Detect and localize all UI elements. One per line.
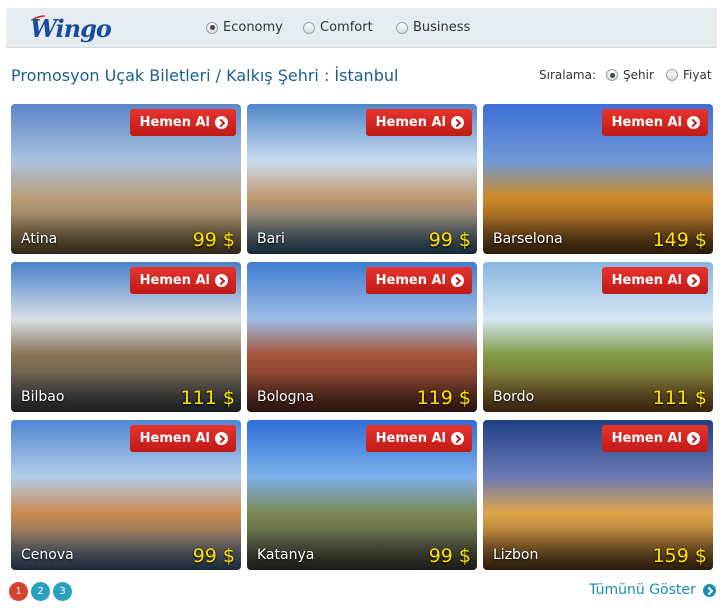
page-button-2[interactable]: 2 (31, 582, 50, 601)
class-business-radio[interactable]: Business (396, 20, 470, 35)
sort-city-radio[interactable]: Şehir (606, 68, 654, 82)
destination-card[interactable]: Hemen Al Barselona 149 $ (483, 104, 713, 254)
page-title: Promosyon Uçak Biletleri / Kalkış Şehri … (11, 66, 399, 85)
destination-grid: Hemen Al Atina 99 $ Hemen Al Bari 99 $ H… (11, 104, 713, 570)
buy-now-label: Hemen Al (375, 115, 446, 130)
radio-icon (606, 69, 618, 81)
radio-icon (303, 21, 315, 34)
city-name: Atina (21, 231, 58, 247)
destination-card[interactable]: Hemen Al Bari 99 $ (247, 104, 477, 254)
buy-now-button[interactable]: Hemen Al (365, 267, 472, 294)
city-name: Cenova (21, 547, 74, 563)
sort-city-label: Şehir (623, 68, 654, 82)
city-name: Bilbao (21, 389, 65, 405)
radio-icon (666, 69, 678, 81)
arrow-right-icon (451, 274, 464, 287)
buy-now-button[interactable]: Hemen Al (365, 109, 472, 136)
class-economy-label: Economy (223, 20, 283, 35)
arrow-right-icon (215, 274, 228, 287)
price: 149 $ (652, 229, 707, 251)
sort-label: Sıralama: (539, 68, 597, 82)
city-name: Katanya (257, 547, 315, 563)
show-all-link[interactable]: Tümünü Göster (589, 582, 716, 598)
city-name: Bordo (493, 389, 535, 405)
buy-now-label: Hemen Al (375, 273, 446, 288)
pagination: 1 2 3 (9, 582, 72, 601)
buy-now-button[interactable]: Hemen Al (129, 267, 236, 294)
arrow-right-icon (451, 432, 464, 445)
arrow-right-icon (215, 116, 228, 129)
class-business-label: Business (413, 20, 471, 35)
class-economy-radio[interactable]: Economy (206, 20, 283, 35)
destination-card[interactable]: Hemen Al Atina 99 $ (11, 104, 241, 254)
page-button-3[interactable]: 3 (53, 582, 72, 601)
arrow-right-icon (451, 116, 464, 129)
buy-now-label: Hemen Al (139, 273, 210, 288)
arrow-right-icon (687, 432, 700, 445)
radio-icon (396, 21, 408, 34)
price: 99 $ (428, 545, 471, 567)
buy-now-label: Hemen Al (375, 431, 446, 446)
city-name: Barselona (493, 231, 563, 247)
city-name: Lizbon (493, 547, 539, 563)
price: 99 $ (192, 229, 235, 251)
show-all-label: Tümünü Göster (589, 582, 696, 598)
buy-now-label: Hemen Al (139, 431, 210, 446)
price: 159 $ (652, 545, 707, 567)
price: 99 $ (428, 229, 471, 251)
destination-card[interactable]: Hemen Al Bilbao 111 $ (11, 262, 241, 412)
destination-card[interactable]: Hemen Al Katanya 99 $ (247, 420, 477, 570)
city-name: Bologna (257, 389, 314, 405)
city-name: Bari (257, 231, 285, 247)
buy-now-button[interactable]: Hemen Al (365, 425, 472, 452)
buy-now-button[interactable]: Hemen Al (601, 425, 708, 452)
top-bar: Wingo Economy Comfort Business (6, 8, 717, 48)
arrow-right-icon (703, 584, 716, 597)
destination-card[interactable]: Hemen Al Bologna 119 $ (247, 262, 477, 412)
arrow-right-icon (215, 432, 228, 445)
buy-now-button[interactable]: Hemen Al (129, 425, 236, 452)
price: 111 $ (652, 387, 707, 409)
buy-now-label: Hemen Al (611, 115, 682, 130)
class-comfort-label: Comfort (320, 20, 373, 35)
radio-icon (206, 21, 218, 34)
buy-now-button[interactable]: Hemen Al (129, 109, 236, 136)
destination-card[interactable]: Hemen Al Cenova 99 $ (11, 420, 241, 570)
arrow-right-icon (687, 274, 700, 287)
sort-price-label: Fiyat (683, 68, 712, 82)
price: 111 $ (180, 387, 235, 409)
destination-card[interactable]: Hemen Al Bordo 111 $ (483, 262, 713, 412)
arrow-right-icon (687, 116, 700, 129)
price: 99 $ (192, 545, 235, 567)
wingo-logo[interactable]: Wingo (30, 14, 112, 43)
price: 119 $ (416, 387, 471, 409)
buy-now-button[interactable]: Hemen Al (601, 109, 708, 136)
buy-now-label: Hemen Al (611, 273, 682, 288)
buy-now-button[interactable]: Hemen Al (601, 267, 708, 294)
destination-card[interactable]: Hemen Al Lizbon 159 $ (483, 420, 713, 570)
class-comfort-radio[interactable]: Comfort (303, 20, 373, 35)
buy-now-label: Hemen Al (611, 431, 682, 446)
sort-price-radio[interactable]: Fiyat (666, 68, 712, 82)
buy-now-label: Hemen Al (139, 115, 210, 130)
page-button-1[interactable]: 1 (9, 582, 28, 601)
